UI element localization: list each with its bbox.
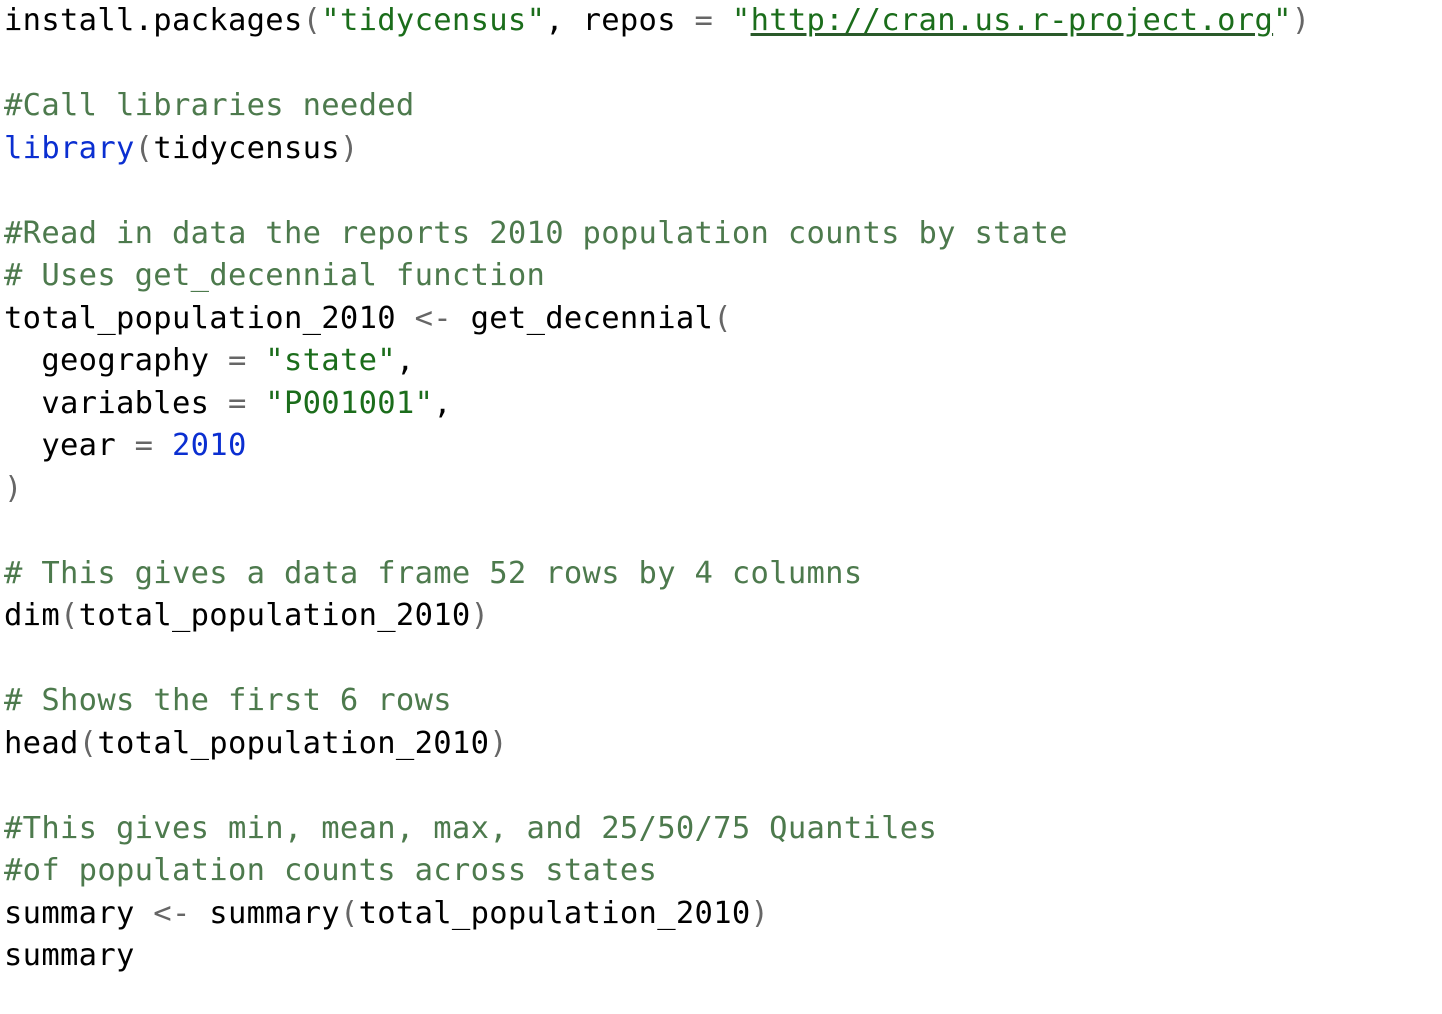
code-line[interactable]: ​ [4,765,1434,808]
code-token: dim [4,598,60,633]
code-comment: #of population counts across states [4,853,658,888]
code-comment: #Read in data the reports 2010 populatio… [4,215,1068,251]
code-token: summary [4,895,135,931]
code-punctuation: ) [470,598,490,633]
code-line[interactable]: ​ [4,43,1434,86]
code-punctuation: ) [489,725,508,761]
code-line[interactable]: #Read in data the reports 2010 populatio… [4,213,1434,256]
code-line[interactable]: #This gives min, mean, max, and 25/50/75… [4,808,1434,851]
code-token: get_decennial [470,300,714,336]
code-string: "state" [265,343,396,378]
code-punctuation: ( [302,3,322,38]
code-line[interactable]: # Shows the first 6 rows [4,680,1434,723]
code-token: , [545,3,583,38]
code-string: "P001001" [265,385,434,421]
code-token: repos [582,3,676,38]
code-operator: <- [134,895,210,931]
code-token: geography [4,343,210,378]
code-line[interactable]: ​ [4,170,1434,213]
code-punctuation: ( [134,130,154,166]
code-token: year [4,428,116,463]
code-comment: # Uses get_decennial function [4,258,546,293]
code-line[interactable]: library(tidycensus) [4,128,1434,171]
code-line[interactable]: ​ [4,510,1434,553]
code-line[interactable]: # Uses get_decennial function [4,255,1434,298]
code-punctuation: ( [78,725,98,761]
code-url-link[interactable]: http://cran.us.r-project.org [751,3,1274,38]
code-comment: # This gives a data frame 52 rows by 4 c… [4,555,863,591]
code-punctuation: ) [4,470,23,506]
code-punctuation: ) [750,895,770,931]
code-operator: = [209,385,266,421]
code-string: " [1273,3,1292,38]
code-keyword: library [4,130,135,166]
code-token: , [395,343,415,378]
code-token: variables [4,385,210,421]
code-token: tidycensus [153,130,340,166]
code-token: total_population_2010 [358,895,751,931]
code-operator: = [209,343,266,378]
code-line[interactable]: install.packages("tidycensus", repos = "… [4,0,1434,43]
code-token: , [433,385,452,421]
code-punctuation: ( [60,598,79,633]
code-token: total_population_2010 [97,725,490,761]
code-number: 2010 [171,428,247,463]
code-punctuation: ) [339,130,359,166]
code-operator: = [675,3,732,38]
code-line[interactable]: total_population_2010 <- get_decennial( [4,298,1434,341]
code-operator: <- [395,300,471,336]
code-line[interactable]: year = 2010 [4,425,1434,468]
code-string: " [731,3,751,38]
code-line[interactable]: summary [4,935,1434,978]
code-token: install.packages [4,3,303,38]
code-line[interactable]: head(total_population_2010) [4,723,1434,766]
code-line[interactable]: summary <- summary(total_population_2010… [4,893,1434,936]
code-token: head [4,725,79,761]
code-editor[interactable]: install.packages("tidycensus", repos = "… [4,0,1434,978]
code-comment: #Call libraries needed [4,88,415,123]
code-line[interactable]: #of population counts across states [4,850,1434,893]
code-punctuation: ( [339,895,359,931]
code-line[interactable]: ) [4,468,1434,511]
code-operator: = [115,428,172,463]
code-token: total_population_2010 [4,300,396,336]
code-line[interactable]: variables = "P001001", [4,383,1434,426]
code-punctuation: ( [713,300,732,336]
code-token: total_population_2010 [78,598,471,633]
code-comment: # Shows the first 6 rows [4,683,452,718]
code-punctuation: ) [1291,3,1311,38]
code-line[interactable]: # This gives a data frame 52 rows by 4 c… [4,553,1434,596]
code-line[interactable]: dim(total_population_2010) [4,595,1434,638]
code-line[interactable]: ​ [4,638,1434,681]
code-string: "tidycensus" [321,3,546,38]
code-token: summary [209,895,340,931]
code-token: summary [4,938,135,973]
code-line[interactable]: #Call libraries needed [4,85,1434,128]
code-comment: #This gives min, mean, max, and 25/50/75… [4,810,938,846]
code-line[interactable]: geography = "state", [4,340,1434,383]
